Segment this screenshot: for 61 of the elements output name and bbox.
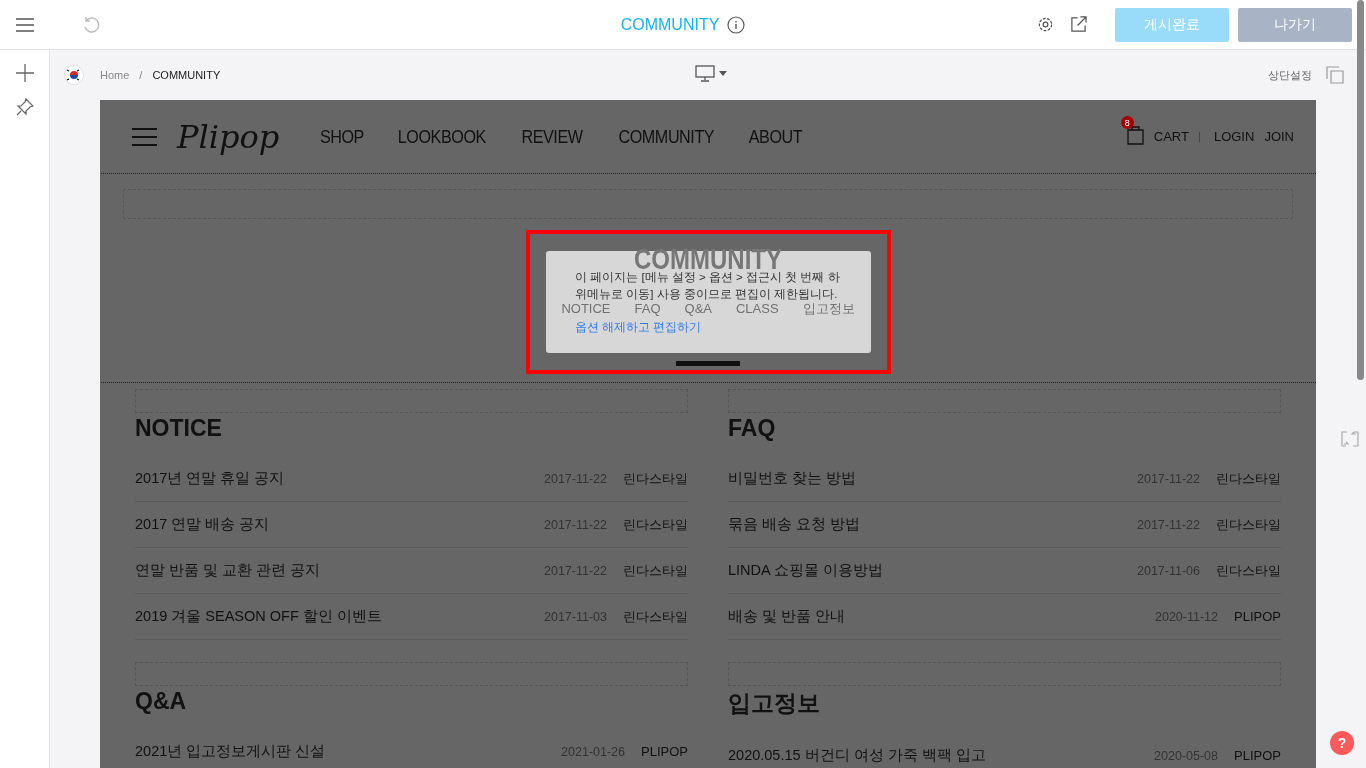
post-author: PLIPOP bbox=[1234, 609, 1281, 624]
post-title[interactable]: 배송 및 반품 안내 bbox=[728, 607, 1155, 626]
page-title: COMMUNITY bbox=[620, 16, 720, 34]
post-author: 린다스타일 bbox=[1216, 515, 1281, 534]
add-icon[interactable] bbox=[15, 64, 34, 82]
edit-link[interactable]: 옵션 해제하고 편집하기 bbox=[575, 319, 702, 336]
menu-icon[interactable] bbox=[132, 126, 157, 147]
post-title[interactable]: 비밀번호 찾는 방법 bbox=[728, 469, 1137, 488]
post-title[interactable]: 2017년 연말 휴일 공지 bbox=[135, 469, 544, 488]
post-title[interactable]: 묶음 배송 요청 방법 bbox=[728, 515, 1137, 534]
info-icon[interactable] bbox=[727, 16, 746, 34]
nav-link[interactable]: SHOP bbox=[320, 125, 365, 148]
board-tab[interactable]: 입고정보 bbox=[802, 302, 855, 316]
post-title[interactable]: 2021년 입고정보게시판 신설 bbox=[135, 742, 562, 761]
post-author: 린다스타일 bbox=[623, 469, 688, 488]
post-title[interactable]: 2019 겨울 SEASON OFF 할인 이벤트 bbox=[135, 607, 544, 626]
help-button[interactable]: ? bbox=[1330, 731, 1354, 755]
cart-link[interactable]: CART bbox=[1153, 129, 1189, 144]
post-author: PLIPOP bbox=[1234, 748, 1281, 763]
post-author: PLIPOP bbox=[641, 744, 688, 759]
scrollbar[interactable] bbox=[1357, 0, 1364, 380]
nav-link[interactable]: REVIEW bbox=[521, 125, 583, 148]
breadcrumb-link[interactable]: Home bbox=[100, 69, 130, 81]
nav-link[interactable]: LOOKBOOK bbox=[397, 125, 486, 148]
board-title: FAQ bbox=[728, 415, 777, 442]
board-tab[interactable]: Q&A bbox=[684, 302, 712, 316]
board-title: NOTICE bbox=[135, 415, 223, 442]
desktop-icon[interactable] bbox=[695, 65, 715, 82]
post-title[interactable]: LINDA 쇼핑몰 이용방법 bbox=[728, 561, 1137, 580]
site-logo[interactable]: Plipop bbox=[177, 117, 280, 156]
post-author: 린다스타일 bbox=[1216, 561, 1281, 580]
board-title: Q&A bbox=[135, 688, 188, 715]
breadcrumb-separator: / bbox=[139, 69, 143, 81]
bag-icon[interactable] bbox=[1126, 125, 1144, 145]
post-author: 린다스타일 bbox=[623, 561, 688, 580]
board-tab[interactable]: CLASS bbox=[736, 302, 779, 316]
external-link-icon[interactable] bbox=[1070, 16, 1087, 33]
post-title[interactable]: 2020.05.15 버건디 여성 가죽 백팩 입고 bbox=[728, 746, 1155, 765]
login-link[interactable]: LOGIN bbox=[1213, 129, 1255, 144]
caret-icon[interactable] bbox=[719, 71, 727, 76]
cart-count-badge: 8 bbox=[1120, 116, 1134, 129]
post-author: 린다스타일 bbox=[1216, 469, 1281, 488]
breadcrumb-current: COMMUNITY bbox=[152, 69, 221, 81]
post-author: 린다스타일 bbox=[623, 515, 688, 534]
nav-link[interactable]: ABOUT bbox=[749, 125, 803, 148]
board-title: 입고정보 bbox=[728, 689, 821, 718]
post-title[interactable]: 연말 반품 및 교환 관련 공지 bbox=[135, 561, 544, 580]
nav-link[interactable]: COMMUNITY bbox=[618, 125, 714, 148]
undo-icon[interactable] bbox=[82, 15, 100, 34]
settings-icon[interactable] bbox=[1037, 16, 1054, 33]
exit-button[interactable]: 나가기 bbox=[1238, 7, 1352, 42]
menu-icon[interactable] bbox=[16, 17, 34, 32]
top-settings-link[interactable]: 상단설정 bbox=[1268, 67, 1312, 83]
flag-icon[interactable] bbox=[64, 65, 84, 85]
board-tab[interactable]: NOTICE bbox=[561, 302, 611, 316]
pin-icon[interactable] bbox=[15, 98, 34, 116]
drag-handle[interactable] bbox=[676, 361, 740, 366]
board-tab[interactable]: FAQ bbox=[634, 302, 661, 316]
post-author: 린다스타일 bbox=[623, 607, 688, 626]
post-title[interactable]: 2017 연말 배송 공지 bbox=[135, 515, 544, 534]
join-link[interactable]: JOIN bbox=[1264, 129, 1294, 144]
